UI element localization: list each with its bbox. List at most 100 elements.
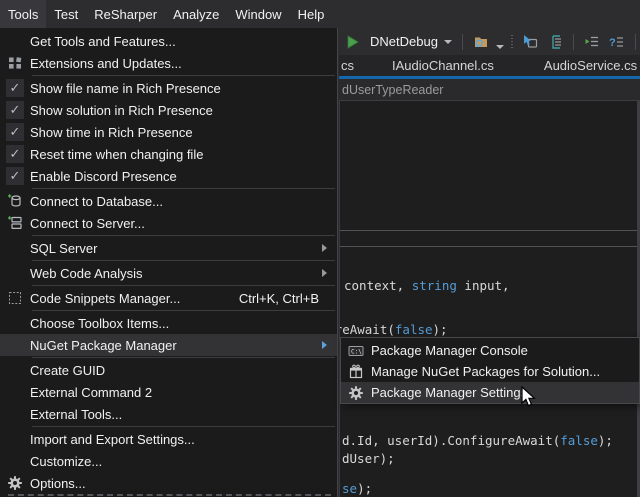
code-line: se);	[342, 481, 372, 496]
chevron-down-icon[interactable]	[496, 45, 504, 49]
format-indent-button[interactable]	[582, 31, 602, 53]
menu-item-label: SQL Server	[30, 241, 97, 256]
editor-splitter-line	[340, 246, 640, 247]
toolbar-separator	[573, 34, 574, 50]
run-config-label: DNetDebug	[370, 34, 438, 49]
tab-cs[interactable]: cs	[339, 56, 360, 75]
menu-item-reset-time-when-changing-file[interactable]: ✓Reset time when changing file	[0, 143, 337, 165]
menu-item-label: Enable Discord Presence	[30, 169, 177, 184]
code-line: ConfigureAwait(false);	[339, 322, 448, 337]
run-config-selector[interactable]: DNetDebug	[368, 31, 454, 53]
menubar-item-test[interactable]: Test	[46, 0, 86, 28]
menu-separator	[32, 188, 335, 189]
menu-item-gutter	[0, 193, 30, 209]
checkmark-icon: ✓	[6, 79, 24, 97]
breadcrumb[interactable]: dUserTypeReader	[339, 79, 640, 101]
menu-item-shortcut: Ctrl+K, Ctrl+B	[239, 291, 329, 306]
svg-text:?: ?	[609, 37, 616, 49]
menu-item-create-guid[interactable]: Create GUID	[0, 359, 337, 381]
menu-separator	[32, 426, 335, 427]
menu-item-external-tools[interactable]: External Tools...	[0, 403, 337, 425]
menu-item-gutter: C:\	[341, 343, 371, 359]
menu-item-label: Show solution in Rich Presence	[30, 103, 213, 118]
menubar-item-resharper[interactable]: ReSharper	[86, 0, 165, 28]
menu-item-label: Create GUID	[30, 363, 105, 378]
menu-item-import-and-export-settings[interactable]: Import and Export Settings...	[0, 428, 337, 450]
submenu-arrow-icon	[322, 341, 327, 349]
menubar-item-help[interactable]: Help	[290, 0, 333, 28]
toolbar-separator	[462, 34, 463, 50]
toolbar-drag-handle[interactable]	[511, 35, 513, 49]
menu-item-enable-discord-presence[interactable]: ✓Enable Discord Presence	[0, 165, 337, 187]
menu-item-gutter	[341, 364, 371, 380]
chevron-down-icon	[444, 40, 452, 44]
breadcrumb-type-label: dUserTypeReader	[342, 83, 443, 97]
menu-item-show-time-in-rich-presence[interactable]: ✓Show time in Rich Presence	[0, 121, 337, 143]
menu-item-label: Show file name in Rich Presence	[30, 81, 221, 96]
database-icon	[7, 193, 23, 209]
menu-item-label: Reset time when changing file	[30, 147, 203, 162]
menu-item-label: Extensions and Updates...	[30, 56, 182, 71]
menu-item-label: Options...	[30, 476, 86, 491]
code-line: context, string input,	[344, 278, 510, 293]
menu-item-label: Customize...	[30, 454, 102, 469]
menubar-item-tools[interactable]: Tools	[0, 0, 46, 28]
tab-audioservice-cs[interactable]: AudioService.cs	[534, 56, 640, 75]
menu-item-code-snippets-manager[interactable]: Code Snippets Manager...Ctrl+K, Ctrl+B	[0, 287, 337, 309]
menu-item-gutter	[0, 55, 30, 71]
code-line: d.Id, userId).ConfigureAwait(false);	[342, 433, 613, 448]
menu-clipped-edge	[8, 494, 331, 496]
menubar: ToolsTestReSharperAnalyzeWindowHelp	[0, 0, 640, 28]
server-icon	[7, 215, 23, 231]
editor-splitter-line	[340, 230, 640, 231]
menu-item-customize[interactable]: Customize...	[0, 450, 337, 472]
menu-item-nuget-package-manager[interactable]: NuGet Package Manager	[0, 334, 337, 356]
menu-item-label: Get Tools and Features...	[30, 34, 176, 49]
menu-item-web-code-analysis[interactable]: Web Code Analysis	[0, 262, 337, 284]
menu-item-options[interactable]: Options...	[0, 472, 337, 494]
menu-item-label: Manage NuGet Packages for Solution...	[371, 364, 600, 379]
menu-item-connect-to-server[interactable]: Connect to Server...	[0, 212, 337, 234]
menu-item-show-solution-in-rich-presence[interactable]: ✓ Show solution in Rich Presence	[0, 99, 337, 121]
menu-item-label: Connect to Server...	[30, 216, 145, 231]
menu-item-gutter: ✓	[0, 145, 30, 163]
menubar-item-window[interactable]: Window	[227, 0, 289, 28]
menu-item-label: Import and Export Settings...	[30, 432, 195, 447]
menu-item-label: Package Manager Settings	[371, 385, 527, 400]
menu-item-connect-to-database[interactable]: Connect to Database...	[0, 190, 337, 212]
menu-item-label: Web Code Analysis	[30, 266, 143, 281]
svg-text:C:\: C:\	[351, 348, 362, 355]
menu-item-show-file-name-in-rich-presence[interactable]: ✓ Show file name in Rich Presence	[0, 77, 337, 99]
menu-item-gutter	[0, 475, 30, 491]
menu-item-manage-nuget-packages-for-solution[interactable]: Manage NuGet Packages for Solution...	[341, 361, 639, 382]
submenu-arrow-icon	[322, 269, 327, 277]
menu-separator	[32, 285, 335, 286]
menu-item-gutter: ✓	[0, 167, 30, 185]
menubar-item-analyze[interactable]: Analyze	[165, 0, 227, 28]
code-editor[interactable]: context, string input, ConfigureAwait(fal…	[339, 101, 640, 497]
extensions-icon	[7, 55, 23, 71]
find-in-solution-explorer-button[interactable]	[471, 31, 491, 53]
menu-item-external-command-2[interactable]: External Command 2	[0, 381, 337, 403]
inline-help-button[interactable]: ?	[607, 31, 627, 53]
run-button[interactable]	[343, 31, 363, 53]
menu-item-sql-server[interactable]: SQL Server	[0, 237, 337, 259]
console-icon: C:\	[348, 343, 364, 359]
menu-item-choose-toolbox-items[interactable]: Choose Toolbox Items...	[0, 312, 337, 334]
checkmark-icon: ✓	[6, 101, 24, 119]
mouse-cursor	[521, 386, 539, 410]
clone-code-button[interactable]	[545, 31, 565, 53]
menu-item-package-manager-console[interactable]: C:\Package Manager Console	[341, 340, 639, 361]
menu-item-extensions-and-updates[interactable]: Extensions and Updates...	[0, 52, 337, 74]
menu-item-get-tools-and-features[interactable]: Get Tools and Features...	[0, 30, 337, 52]
menu-item-label: NuGet Package Manager	[30, 338, 177, 353]
visual-studio-window: ToolsTestReSharperAnalyzeWindowHelp DNet…	[0, 0, 640, 497]
menu-item-gutter	[341, 385, 371, 401]
navigate-to-button[interactable]	[520, 31, 540, 53]
menu-item-label: Choose Toolbox Items...	[30, 316, 169, 331]
menu-separator	[32, 235, 335, 236]
menu-item-gutter	[0, 290, 30, 306]
menu-item-package-manager-settings[interactable]: Package Manager Settings	[341, 382, 639, 403]
snippets-icon	[7, 290, 23, 306]
tab-iaudiochannel-cs[interactable]: IAudioChannel.cs	[382, 56, 504, 75]
